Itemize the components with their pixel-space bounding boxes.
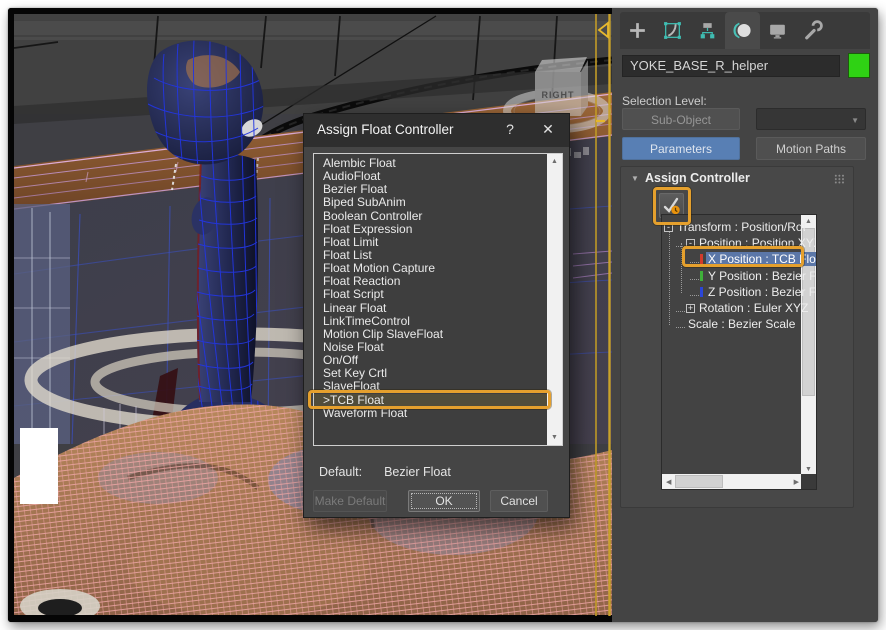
controller-list-item[interactable]: Float Expression [314,223,562,236]
object-name-field[interactable]: YOKE_BASE_R_helper [622,55,840,77]
cancel-button[interactable]: Cancel [490,490,548,512]
controller-list-item[interactable]: Float Script [314,288,562,301]
controller-listbox[interactable]: Alembic FloatAudioFloatBezier FloatBiped… [313,153,563,446]
tab-create[interactable] [620,12,655,49]
rollout-collapse-icon: ▼ [631,174,639,183]
tree-leader-dots [676,308,685,312]
default-row: Default: Bezier Float [319,465,451,479]
tree-item-z[interactable]: Z Position : Bezier Flo [690,285,817,301]
scroll-right-icon[interactable]: ▶ [794,478,799,486]
rollout-header[interactable]: ▼ Assign Controller [621,167,853,189]
tree-leader-dots [676,324,685,328]
assign-float-controller-dialog: Assign Float Controller ? ✕ Alembic Floa… [303,113,570,518]
tree-item-label: Rotation : Euler XYZ [697,301,810,315]
motion-icon [732,20,753,41]
motion-paths-tab-button[interactable]: Motion Paths [756,137,866,160]
screenshot-page: RIGHT YOKE_BASE_R_helper Selection Level… [0,0,886,630]
default-label: Default: [319,465,362,479]
tree-item-label: X Position : TCB Floa [706,252,817,266]
tree-leader-dots [690,259,699,263]
tree-item-rotation[interactable]: +Rotation : Euler XYZ [676,301,817,317]
scroll-down-icon[interactable]: ▼ [551,434,558,441]
controller-list-item[interactable]: SlaveFloat [314,380,562,393]
chevron-down-icon: ▼ [851,116,859,125]
controller-list-item[interactable]: Waveform Float [314,407,562,420]
tree-leader-dots [690,276,699,280]
controller-list-item[interactable]: Float Limit [314,236,562,249]
dialog-titlebar[interactable]: Assign Float Controller ? ✕ [304,114,569,147]
command-panel: YOKE_BASE_R_helper Selection Level: Sub-… [612,8,878,622]
controller-list-item[interactable]: Boolean Controller [314,210,562,223]
tab-utilities[interactable] [795,12,830,49]
track-color-marker [700,254,703,264]
tree-item-x[interactable]: X Position : TCB Floa [690,252,817,268]
track-color-marker [700,287,703,297]
default-value: Bezier Float [384,465,451,479]
dialog-title: Assign Float Controller [317,122,454,137]
dialog-help-button[interactable]: ? [501,121,519,137]
scroll-up-icon[interactable]: ▲ [805,218,812,225]
controller-list-item[interactable]: >TCB Float [314,394,562,407]
tree-item-label: Scale : Bezier Scale [686,317,797,331]
tree-item-label: Position : Position XYZ [697,236,817,250]
tab-modify[interactable] [655,12,690,49]
sub-object-button[interactable]: Sub-Object [622,108,740,130]
assign-controller-rollout: ▼ Assign Controller ▲ ▼ [620,166,854,508]
ok-button[interactable]: OK [408,490,480,512]
hierarchy-icon [697,20,718,41]
parameters-tab-button[interactable]: Parameters [622,137,740,160]
tree-item-label: Transform : Position/Rotat [675,220,805,234]
3dsmax-app-window: RIGHT YOKE_BASE_R_helper Selection Level… [8,8,878,622]
tab-display[interactable] [760,12,795,49]
dialog-close-button[interactable]: ✕ [539,121,557,138]
expand-node-icon[interactable]: + [686,304,695,313]
command-panel-tabs [620,12,870,49]
scroll-up-icon[interactable]: ▲ [551,158,558,165]
tree-connector-line [669,229,670,325]
collapse-node-icon[interactable]: - [686,239,695,248]
scrollbar-corner [801,474,816,489]
tree-item-position[interactable]: -Position : Position XYZ [676,236,817,252]
scrollbar-thumb[interactable] [675,475,723,488]
controller-list-item[interactable]: Biped SubAnim [314,196,562,209]
tree-item-scale[interactable]: Scale : Bezier Scale [676,317,817,333]
sub-object-level-dropdown[interactable]: ▼ [756,108,866,130]
viewcube-face-label: RIGHT [542,90,575,100]
rollout-drag-grip-icon[interactable] [834,174,845,184]
tree-item-y[interactable]: Y Position : Bezier Flo [690,269,817,285]
controller-list-item[interactable]: Motion Clip SlaveFloat [314,328,562,341]
modify-icon [662,20,683,41]
tab-hierarchy[interactable] [690,12,725,49]
tree-item-transform[interactable]: -Transform : Position/Rotat [664,220,805,236]
tree-leader-dots [690,292,699,296]
make-default-button[interactable]: Make Default [313,490,387,512]
create-plus-icon [627,20,648,41]
selection-level-label: Selection Level: [622,94,707,108]
tree-item-label: Y Position : Bezier Flo [706,269,817,283]
tab-motion[interactable] [725,12,760,49]
display-icon [767,20,788,41]
utilities-wrench-icon [802,20,823,41]
rollout-title: Assign Controller [645,171,750,185]
controller-tree[interactable]: ▲ ▼ ◀ ▶ -Transform : Position/Rotat-Posi… [661,214,817,490]
white-quad [20,428,58,504]
tree-horizontal-scrollbar[interactable]: ◀ ▶ [662,474,803,489]
collapse-node-icon[interactable]: - [664,223,673,232]
track-color-marker [700,271,703,281]
controller-list-item[interactable]: LinkTimeControl [314,315,562,328]
controller-list-item[interactable]: Linear Float [314,302,562,315]
object-color-swatch[interactable] [848,53,870,78]
list-vertical-scrollbar[interactable]: ▲ ▼ [547,154,562,445]
tree-item-label: Z Position : Bezier Flo [706,285,817,299]
scroll-down-icon[interactable]: ▼ [805,466,812,473]
scroll-left-icon[interactable]: ◀ [666,478,671,486]
tree-leader-dots [676,243,685,247]
